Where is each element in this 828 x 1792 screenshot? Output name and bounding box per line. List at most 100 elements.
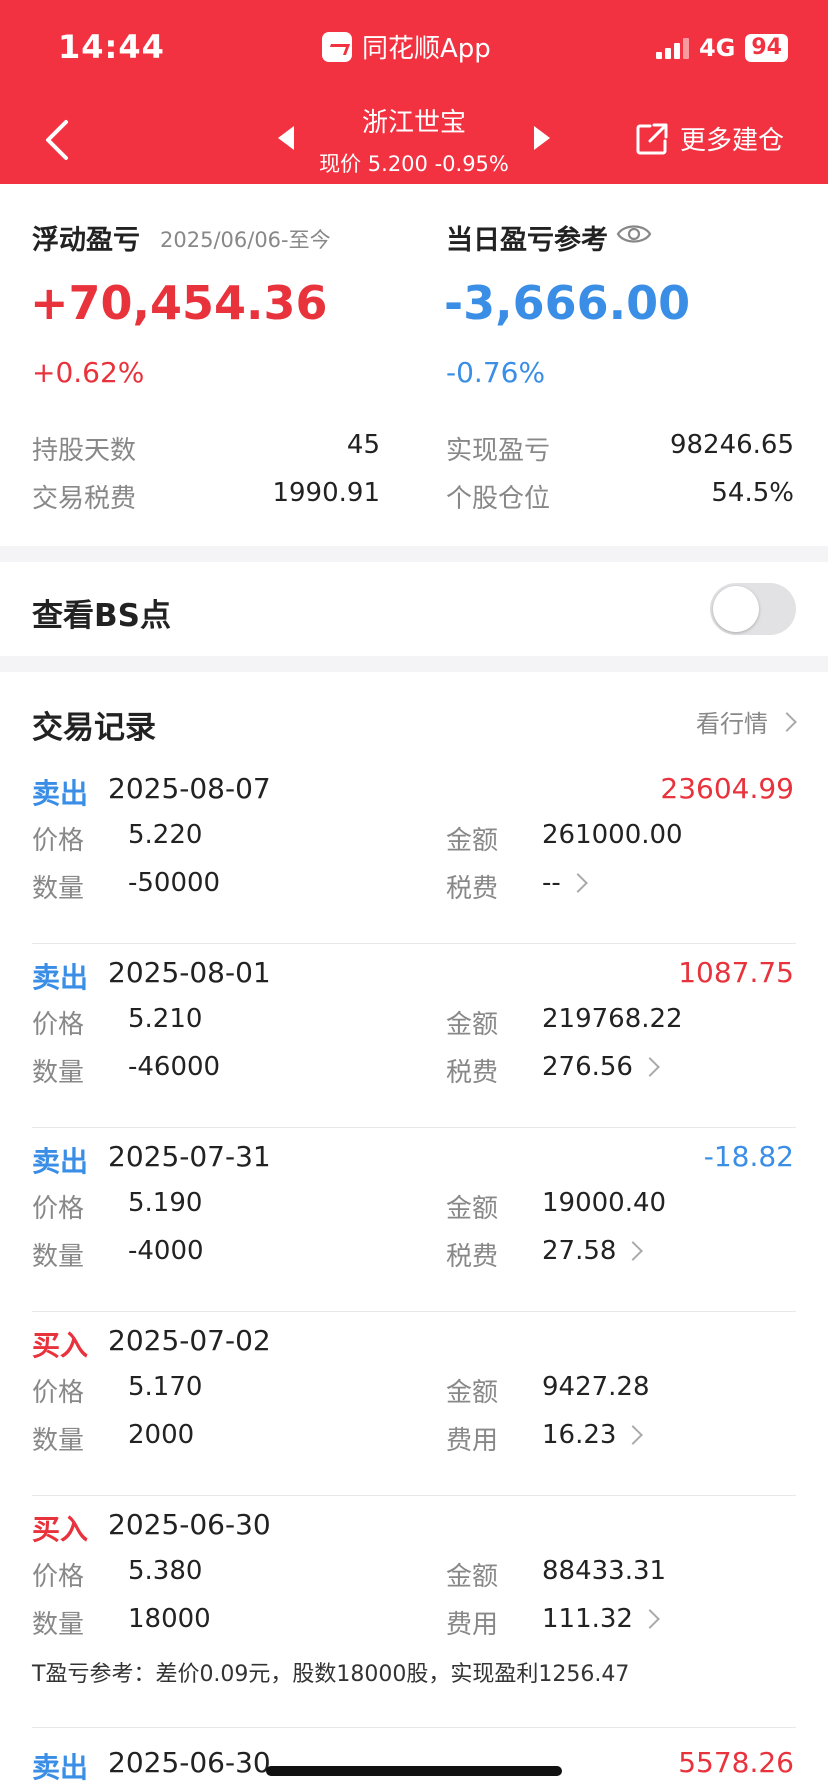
trade-records: 交易记录 看行情 卖出 2025-08-07 23604.99 价格 5.220… [0, 672, 828, 1792]
chevron-right-icon [777, 711, 797, 732]
app-header: 14:44 同花顺App 4G 94 浙江世宝 现价 5.200 -0.95% … [0, 0, 828, 184]
trade-type: 买入 [32, 1513, 89, 1546]
view-quotes-label: 看行情 [696, 710, 768, 738]
price-label: 价格 [32, 1010, 85, 1040]
more-position-button[interactable]: 更多建仓 [634, 120, 784, 157]
qty-value: -4000 [128, 1236, 204, 1266]
amount-value: 219768.22 [542, 1004, 683, 1034]
fee-value-wrap[interactable]: 16.23 [542, 1420, 644, 1450]
amount-value: 261000.00 [542, 820, 683, 850]
amount-value: 19000.40 [542, 1188, 667, 1218]
network-type: 4G [698, 34, 736, 62]
fee-value: 111.32 [542, 1604, 633, 1634]
fee-value-wrap[interactable]: 27.58 [542, 1236, 644, 1266]
trade-row[interactable]: 买入 2025-06-30 价格 5.380 数量 18000 金额 88433… [0, 1496, 828, 1728]
trade-pl: 1087.75 [678, 956, 794, 989]
price-label: 价格 [32, 826, 85, 856]
daily-pl-label: 当日盈亏参考 [446, 225, 608, 256]
realized-pl-label: 实现盈亏 [446, 436, 551, 466]
qty-label: 数量 [32, 1242, 85, 1272]
trade-row[interactable]: 卖出 2025-06-30 5578.26 [0, 1736, 828, 1792]
qty-value: 2000 [128, 1420, 195, 1450]
trade-row[interactable]: 卖出 2025-08-01 1087.75 价格 5.210 数量 -46000… [0, 944, 828, 1128]
signal-icon [655, 37, 689, 59]
eye-icon[interactable] [616, 220, 652, 248]
fee-label: 税费 [446, 1058, 499, 1088]
amount-label: 金额 [446, 1194, 499, 1224]
amount-label: 金额 [446, 1562, 499, 1592]
status-time: 14:44 [58, 28, 165, 66]
trade-row[interactable]: 买入 2025-07-02 价格 5.170 数量 2000 金额 9427.2… [0, 1312, 828, 1496]
home-indicator[interactable] [266, 1766, 562, 1776]
trade-pl: 5578.26 [678, 1746, 794, 1779]
trade-type: 买入 [32, 1329, 89, 1362]
fee-label: 费用 [446, 1426, 499, 1456]
more-position-label: 更多建仓 [680, 126, 785, 156]
trade-date: 2025-06-30 [108, 1746, 271, 1779]
price-value: 5.190 [128, 1188, 203, 1218]
trade-type: 卖出 [32, 961, 89, 994]
qty-label: 数量 [32, 1610, 85, 1640]
floating-period: 2025/06/06-至今 [160, 228, 331, 252]
pl-summary: 浮动盈亏 2025/06/06-至今 +70,454.36 +0.62% 当日盈… [0, 184, 828, 546]
chevron-right-icon [640, 1609, 660, 1629]
price-label: 价格 [32, 1562, 85, 1592]
trade-date: 2025-07-31 [108, 1140, 271, 1173]
amount-label: 金额 [446, 1378, 499, 1408]
status-app[interactable]: 同花顺App [322, 28, 491, 65]
fee-value: -- [542, 868, 561, 898]
trade-type: 卖出 [32, 777, 89, 810]
price-label: 价格 [32, 1194, 85, 1224]
amount-value: 9427.28 [542, 1372, 650, 1402]
share-out-icon [636, 123, 668, 154]
trade-row[interactable]: 卖出 2025-08-07 23604.99 价格 5.220 数量 -5000… [0, 760, 828, 944]
amount-label: 金额 [446, 1010, 499, 1040]
trade-type: 卖出 [32, 1145, 89, 1178]
trade-date: 2025-07-02 [108, 1324, 271, 1357]
trade-date: 2025-08-01 [108, 956, 271, 989]
qty-value: -50000 [128, 868, 221, 898]
chevron-right-icon [623, 1241, 644, 1261]
view-quotes-link[interactable]: 看行情 [696, 704, 797, 739]
fee-label: 费用 [446, 1610, 499, 1640]
trade-date: 2025-06-30 [108, 1508, 271, 1541]
battery-icon: 94 [745, 34, 788, 62]
trade-row[interactable]: 卖出 2025-07-31 -18.82 价格 5.190 数量 -4000 金… [0, 1128, 828, 1312]
trade-date: 2025-08-07 [108, 772, 271, 805]
hold-days-label: 持股天数 [32, 436, 137, 466]
qty-label: 数量 [32, 1058, 85, 1088]
trade-type: 卖出 [32, 1751, 89, 1784]
status-app-name: 同花顺App [362, 34, 491, 64]
price-value: 5.380 [128, 1556, 203, 1586]
daily-pl-value: -3,666.00 [444, 276, 691, 330]
divider [32, 1727, 796, 1728]
position-label: 个股仓位 [446, 484, 551, 514]
fee-value-wrap[interactable]: 111.32 [542, 1604, 660, 1634]
trade-pl: 23604.99 [660, 772, 794, 805]
floating-pl-value: +70,454.36 [30, 276, 328, 330]
hold-days-value: 45 [346, 430, 380, 460]
fee-value: 16.23 [542, 1420, 617, 1450]
next-stock-icon[interactable] [534, 126, 550, 150]
bs-point-toggle[interactable] [710, 583, 796, 635]
floating-pl-label: 浮动盈亏 [32, 225, 140, 256]
fee-label: 税费 [446, 874, 499, 904]
trade-records-title: 交易记录 [32, 710, 156, 746]
chevron-right-icon [640, 1057, 660, 1077]
amount-label: 金额 [446, 826, 499, 856]
t-pl-note: T盈亏参考：差价0.09元，股数18000股，实现盈利1256.47 [32, 1662, 630, 1687]
qty-label: 数量 [32, 1426, 85, 1456]
qty-label: 数量 [32, 874, 85, 904]
price-value: 5.220 [128, 820, 203, 850]
fee-value-wrap[interactable]: 276.56 [542, 1052, 660, 1082]
chevron-right-icon [623, 1425, 644, 1445]
daily-pl-pct: -0.76% [446, 356, 546, 389]
status-indicators: 4G 94 [655, 34, 788, 62]
floating-pl-pct: +0.62% [32, 356, 145, 389]
tax-value: 1990.91 [272, 478, 380, 508]
fee-value-wrap[interactable]: -- [542, 868, 588, 898]
price-label: 价格 [32, 1378, 85, 1408]
amount-value: 88433.31 [542, 1556, 667, 1586]
trade-pl: -18.82 [703, 1140, 794, 1173]
price-value: 5.210 [128, 1004, 203, 1034]
